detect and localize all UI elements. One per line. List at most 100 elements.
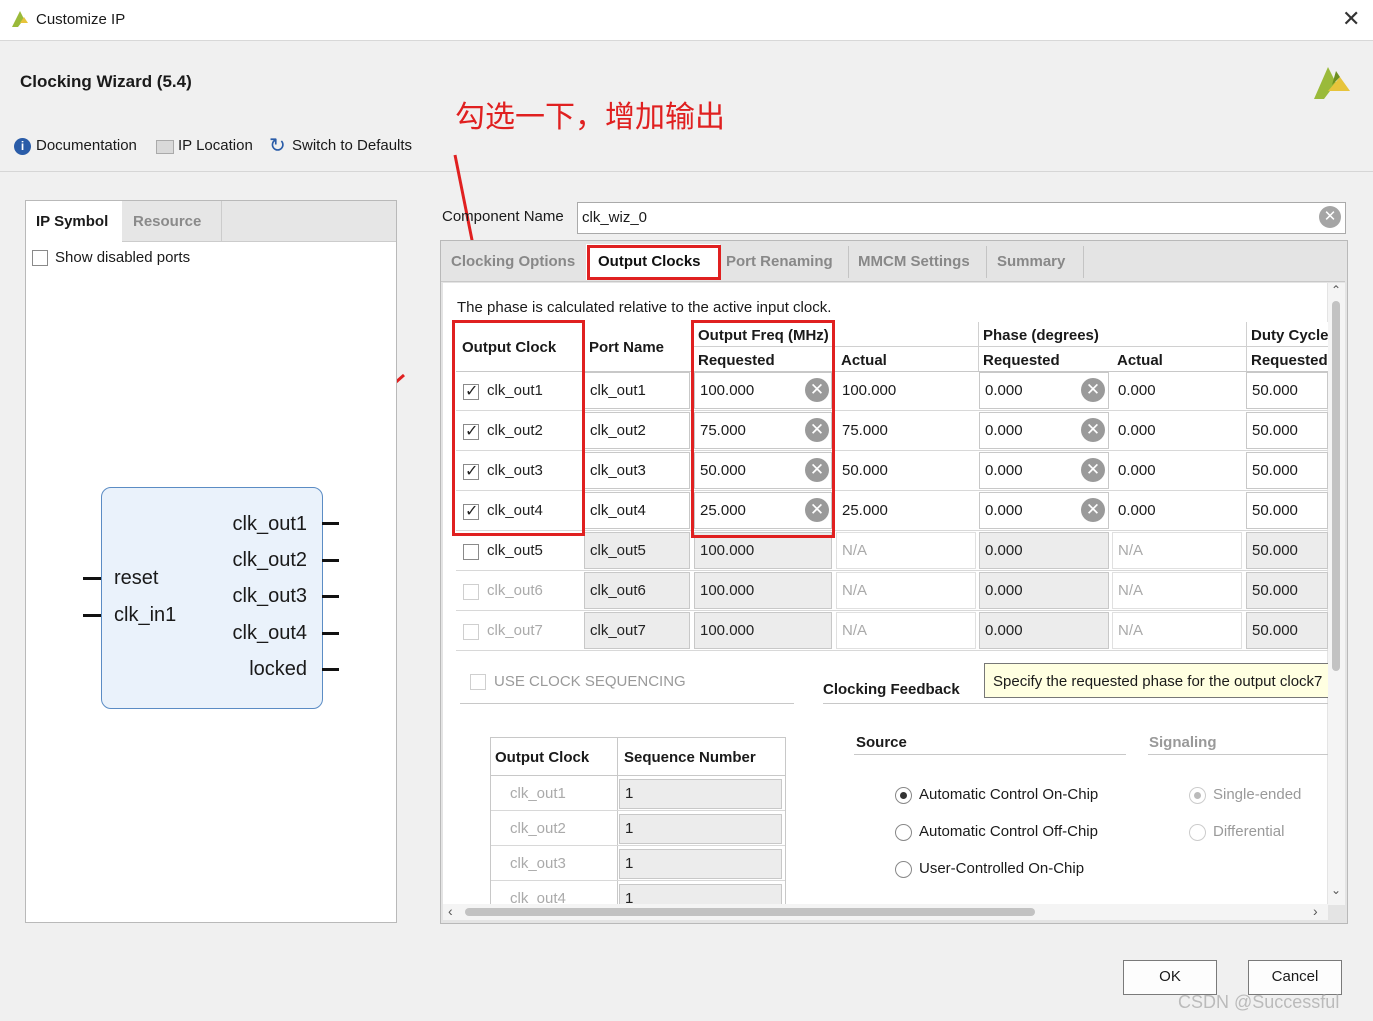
freq-actual-value: 100.000 [836,372,976,409]
pin-clk-out3 [322,595,339,598]
freq-requested-field[interactable]: 100.000 [694,612,832,649]
sequence-number-field[interactable]: 1 [619,779,782,809]
scroll-left-icon[interactable]: ‹ [448,903,453,919]
use-clock-sequencing-checkbox[interactable] [470,674,486,690]
signaling-radio-single-ended[interactable] [1189,787,1206,804]
header-phase: Phase (degrees) [983,327,1099,344]
sequence-number-field[interactable]: 1 [619,814,782,844]
pin-locked [322,668,339,671]
ip-location-link[interactable]: IP Location [178,137,253,154]
output-clock-label: clk_out7 [487,622,543,639]
title-bar: Customize IP ✕ [0,0,1373,41]
pin-clk-out4 [322,632,339,635]
vertical-scroll-thumb[interactable] [1332,301,1340,671]
port-name-field[interactable]: clk_out6 [584,572,690,609]
port-name-field[interactable]: clk_out7 [584,612,690,649]
tab-ip-symbol[interactable]: IP Symbol [26,201,122,242]
phase-actual-value: N/A [1112,612,1242,649]
source-radio-user-on-chip[interactable] [895,861,912,878]
sequence-clock-label: clk_out2 [510,820,566,837]
tab-mmcm-settings[interactable]: MMCM Settings [858,253,970,270]
source-radio-auto-on-chip[interactable] [895,787,912,804]
source-option-label: Automatic Control On-Chip [919,786,1099,803]
symbol-output-label: clk_out4 [232,622,308,644]
row-divider [491,880,785,881]
port-name-field[interactable]: clk_out4 [584,492,690,529]
phase-actual-value: 0.000 [1112,492,1242,529]
symbol-output-label: clk_out2 [232,549,308,571]
cancel-button[interactable]: Cancel [1248,960,1342,995]
phase-requested-field[interactable]: 0.000 [979,532,1109,569]
phase-requested-field[interactable]: 0.000 [979,572,1109,609]
source-label: Source [856,734,907,751]
header-port-name: Port Name [589,339,665,356]
port-name-field[interactable]: clk_out2 [584,412,690,449]
clear-icon[interactable]: ✕ [1081,458,1105,482]
source-radio-auto-off-chip[interactable] [895,824,912,841]
duty-cycle-field[interactable]: 50.000 [1246,372,1328,409]
sequence-number-field[interactable]: 1 [619,849,782,879]
table-header [456,322,1328,372]
tooltip: Specify the requested phase for the outp… [984,663,1336,698]
horizontal-scrollbar[interactable]: ‹ › [443,903,1328,920]
duty-cycle-field[interactable]: 50.000 [1246,412,1328,449]
ok-button[interactable]: OK [1123,960,1217,995]
row-divider [456,610,1328,611]
tab-summary[interactable]: Summary [997,253,1065,270]
component-name-input[interactable]: clk_wiz_0 ✕ [577,202,1346,234]
component-name-label: Component Name [442,208,564,225]
header-phase-actual: Actual [1117,352,1163,369]
seq-header-sequence-number: Sequence Number [624,749,756,766]
close-icon[interactable]: ✕ [1342,6,1360,32]
symbol-input-label: clk_in1 [114,604,177,626]
output-clock-checkbox[interactable] [463,544,479,560]
clocking-feedback-title: Clocking Feedback [823,681,960,698]
freq-actual-value: 25.000 [836,492,976,529]
duty-cycle-field[interactable]: 50.000 [1246,452,1328,489]
tab-resource[interactable]: Resource [123,201,222,241]
symbol-output-label: clk_out1 [232,513,308,535]
freq-requested-field[interactable]: 100.000 [694,572,832,609]
clear-icon[interactable]: ✕ [1081,378,1105,402]
output-clock-checkbox[interactable] [463,584,479,600]
freq-actual-value: 50.000 [836,452,976,489]
duty-cycle-field[interactable]: 50.000 [1246,492,1328,529]
tab-port-renaming[interactable]: Port Renaming [726,253,833,270]
phase-actual-value: 0.000 [1112,372,1242,409]
scroll-right-icon[interactable]: › [1313,903,1318,919]
vertical-scrollbar[interactable]: ⌃ ⌄ [1328,283,1345,905]
sequence-clock-label: clk_out1 [510,785,566,802]
phase-requested-field[interactable]: 0.000 [979,612,1109,649]
left-panel: IP Symbol Resource Show disabled ports r… [25,200,397,923]
scroll-down-icon[interactable]: ⌄ [1331,883,1341,897]
refresh-icon: ↻ [269,135,286,157]
row-divider [456,410,1328,411]
clear-icon[interactable]: ✕ [1081,498,1105,522]
duty-cycle-field[interactable]: 50.000 [1246,532,1328,569]
source-option-label: User-Controlled On-Chip [919,860,1085,877]
header-phase-requested: Requested [983,352,1060,369]
duty-cycle-field[interactable]: 50.000 [1246,612,1328,649]
port-name-field[interactable]: clk_out5 [584,532,690,569]
tab-clocking-options[interactable]: Clocking Options [451,253,575,270]
phase-actual-value: 0.000 [1112,412,1242,449]
show-disabled-ports-checkbox[interactable] [32,250,48,266]
documentation-link[interactable]: Documentation [36,137,137,154]
signaling-option-label: Single-ended [1213,786,1302,803]
phase-actual-value: 0.000 [1112,452,1242,489]
horizontal-scroll-thumb[interactable] [465,908,1035,916]
duty-cycle-field[interactable]: 50.000 [1246,572,1328,609]
switch-defaults-link[interactable]: Switch to Defaults [292,137,412,154]
vivado-logo-icon [12,11,28,27]
phase-note: The phase is calculated relative to the … [457,299,832,316]
highlight-output-clock-column [452,320,585,536]
signaling-radio-differential[interactable] [1189,824,1206,841]
page-title: Clocking Wizard (5.4) [20,72,192,91]
clear-icon[interactable]: ✕ [1081,418,1105,442]
output-clock-checkbox[interactable] [463,624,479,640]
port-name-field[interactable]: clk_out1 [584,372,690,409]
clear-icon[interactable]: ✕ [1319,206,1341,228]
folder-icon [156,140,174,154]
scroll-up-icon[interactable]: ⌃ [1331,283,1341,297]
port-name-field[interactable]: clk_out3 [584,452,690,489]
